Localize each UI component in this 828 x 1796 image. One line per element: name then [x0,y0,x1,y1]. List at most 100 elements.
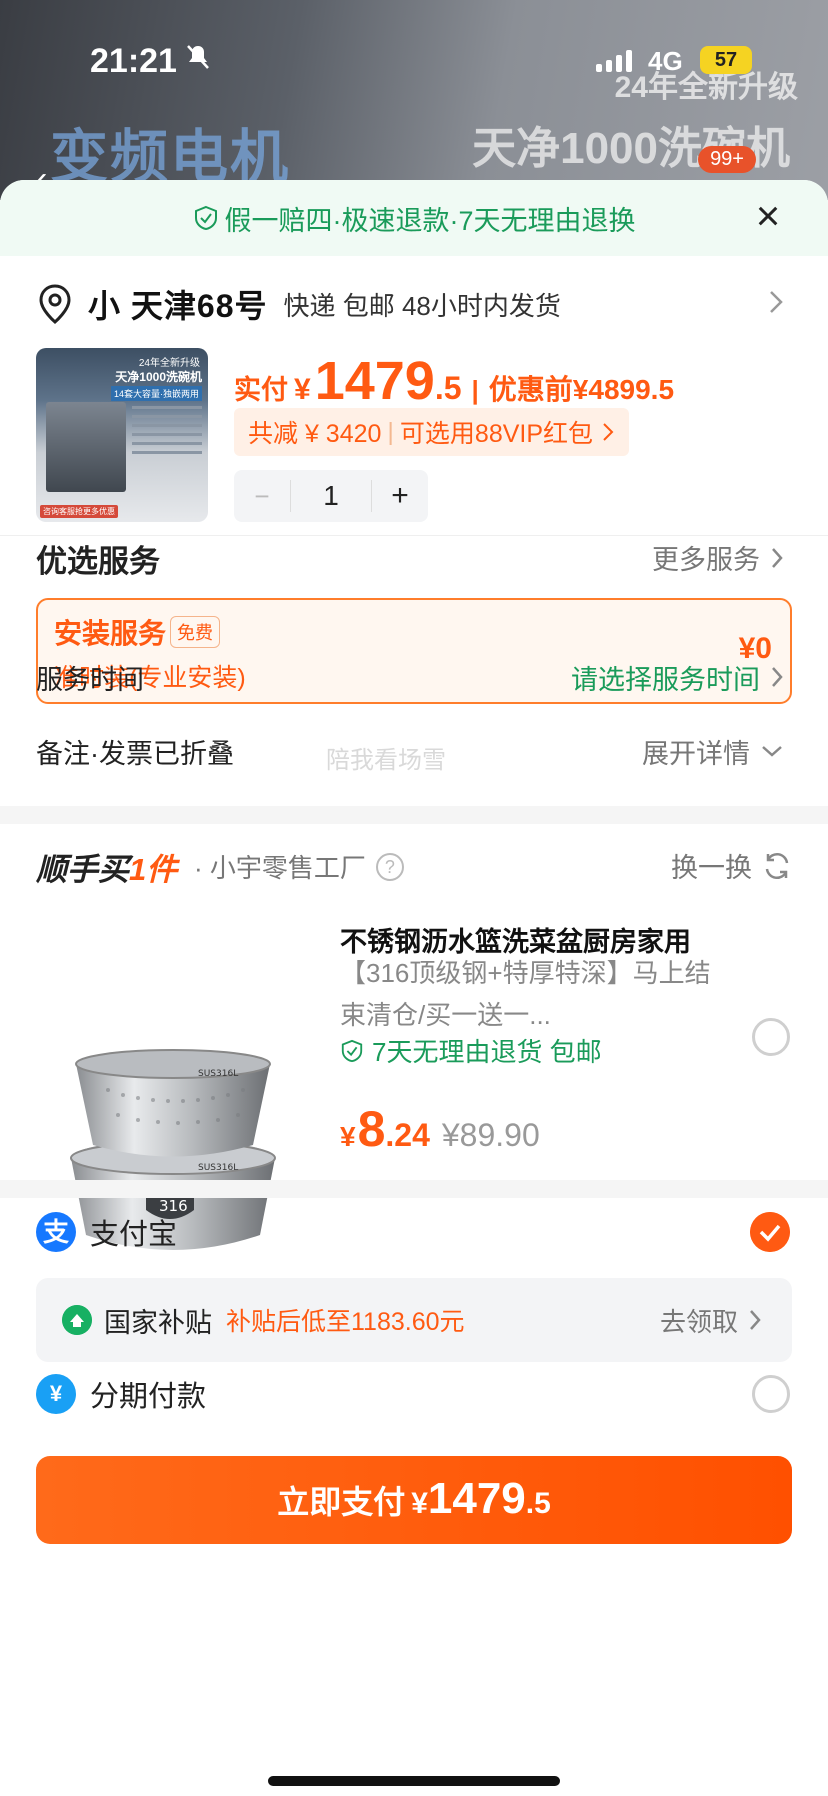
status-time: 21:21 [90,42,177,80]
battery-icon: 57 [700,46,752,74]
addon-currency: ¥ [340,1121,356,1152]
swap-label: 换一换 [671,853,752,883]
bowl-label-top: SUS316L [198,1069,238,1079]
discount-box[interactable]: 共减 ¥ 3420 | 可选用88VIP红包 [234,408,630,456]
addon-shop: · 小宇零售工厂 ? [194,848,404,885]
home-indicator[interactable] [268,1776,560,1786]
free-badge: 免费 [170,616,221,648]
remark-action: 展开详情 [642,732,784,771]
swap-button[interactable]: 换一换 [671,846,792,885]
dishwasher-illustration [46,402,126,492]
more-services-link[interactable]: 更多服务 [652,538,784,577]
thumb-tag: 24年全新升级 [138,358,200,369]
price-decimal: .5 [434,370,462,406]
cart-count-badge: 99+ [698,146,756,173]
chevron-right-icon [603,423,614,441]
signal-icon [596,48,632,72]
service-time-action: 请选择服务时间 [571,658,784,697]
addon-desc: 【316顶级钢+特厚特深】马上结束清仓/买一送一... [340,958,711,1030]
original-price: 优惠前¥4899.5 [488,374,675,405]
addon-price-dec: .24 [385,1117,430,1153]
address-name: 小 天津68号 [88,288,268,324]
service-time-label: 服务时间 [36,664,144,695]
pay-button-currency: ¥ [411,1487,428,1520]
subsidy-value: 补贴后低至1183.60元 [226,1308,465,1336]
chevron-right-icon [770,291,783,313]
install-title: 安装服务 免费 [54,612,221,652]
subsidy-claim-link[interactable]: 去领取 [660,1302,762,1339]
subsidy-claim-label: 去领取 [659,1306,738,1337]
thumb-sub: 14套大容量·独嵌两用 [110,386,202,401]
spec-lines [132,406,202,460]
thumb-title: 天净1000洗碗机 [115,370,202,384]
discount-amount: 共减 ¥ 3420 [248,420,382,448]
separator: | [471,375,479,405]
pay-button-label: 立即支付 [277,1484,406,1520]
addon-logo-a: 顺手买 [36,852,129,887]
installment-radio[interactable] [752,1375,790,1413]
location-pin-icon [39,284,71,324]
price-integer: 1479 [314,351,435,411]
currency-symbol: ¥ [294,373,311,406]
remark-label: 备注·发票已折叠 [36,738,234,769]
installment-option[interactable]: ¥ 分期付款 [36,1364,792,1424]
price-line: 实付 ¥ 1479 .5 | 优惠前¥4899.5 [234,350,674,412]
subsidy-row[interactable]: 国家补贴 补贴后低至1183.60元 去领取 [36,1278,792,1362]
shipping-info: 快递 包邮 48小时内发货 [283,290,561,321]
guarantee-text: 假一赔四·极速退款·7天无理由退换 [224,205,636,236]
quantity-stepper: − 1 + [234,470,428,522]
chevron-right-icon [772,667,783,687]
installment-icon: ¥ [36,1374,76,1414]
checkmark-icon[interactable] [750,1212,790,1252]
chevron-right-icon [750,1310,761,1330]
pay-button-amount: 1479 [427,1474,526,1523]
install-title-text: 安装服务 [54,618,167,649]
remark-action-text: 展开详情 [642,738,750,769]
shield-check-icon [341,1039,363,1062]
alipay-label: 支付宝 [90,1219,178,1251]
addon-shop-name: · 小宇零售工厂 [194,853,366,883]
subsidy-name: 国家补贴 [104,1307,212,1338]
network-type: 4G [648,46,683,76]
subsidy-icon [62,1305,92,1335]
discount-separator: | [387,417,394,446]
close-icon[interactable]: × [746,195,790,240]
bowl-label-bottom: SUS316L [198,1163,238,1173]
pay-button-decimal: .5 [525,1487,551,1520]
alipay-icon: 支 [36,1212,76,1252]
alipay-option[interactable]: 支 支付宝 [36,1202,792,1262]
section-gap [0,806,828,824]
quantity-value[interactable]: 1 [290,480,372,512]
addon-original-price: ¥89.90 [441,1117,540,1153]
services-heading: 优选服务 [36,544,160,579]
watermark: 陪我看场雪 [326,747,446,774]
checkout-sheet: 假一赔四·极速退款·7天无理由退换 × 小 天津68号 快递 包邮 48小时内发… [0,180,828,1796]
vip-redpacket: 可选用88VIP红包 [399,420,594,448]
service-time-row[interactable]: 服务时间 请选择服务时间 [36,652,792,702]
addon-price: ¥ 8 .24 ¥89.90 [340,1100,540,1158]
pay-label: 实付 [234,375,288,405]
more-services-label: 更多服务 [652,545,760,575]
mute-bell-icon [186,44,210,77]
addon-price-int: 8 [357,1101,386,1157]
chevron-down-icon [762,746,782,757]
addon-logo: 顺手买1件 [36,844,177,889]
guarantee-banner: 假一赔四·极速退款·7天无理由退换 × [0,180,828,256]
decrement-button[interactable]: − [234,481,290,512]
address-row[interactable]: 小 天津68号 快递 包邮 48小时内发货 [0,276,828,332]
shield-check-icon [194,205,217,231]
status-bar: 21:21 4G 57 [0,0,828,120]
help-icon[interactable]: ? [375,852,404,881]
section-gap [0,1180,828,1198]
product-thumbnail: 24年全新升级 天净1000洗碗机 14套大容量·独嵌两用 咨询客服抢更多优惠 [36,348,208,522]
addon-tag-text: 7天无理由退货 包邮 [372,1037,602,1067]
addon-tag: 7天无理由退货 包邮 [340,1032,602,1069]
chevron-right-icon [772,547,783,568]
installment-label: 分期付款 [90,1381,207,1413]
refresh-icon [765,852,789,879]
addon-logo-b: 1件 [129,852,178,887]
pay-now-button[interactable]: 立即支付 ¥ 1479 .5 [36,1456,792,1544]
increment-button[interactable]: + [372,479,428,513]
service-time-action-text: 请选择服务时间 [571,664,760,695]
addon-select-radio[interactable] [752,1018,790,1056]
